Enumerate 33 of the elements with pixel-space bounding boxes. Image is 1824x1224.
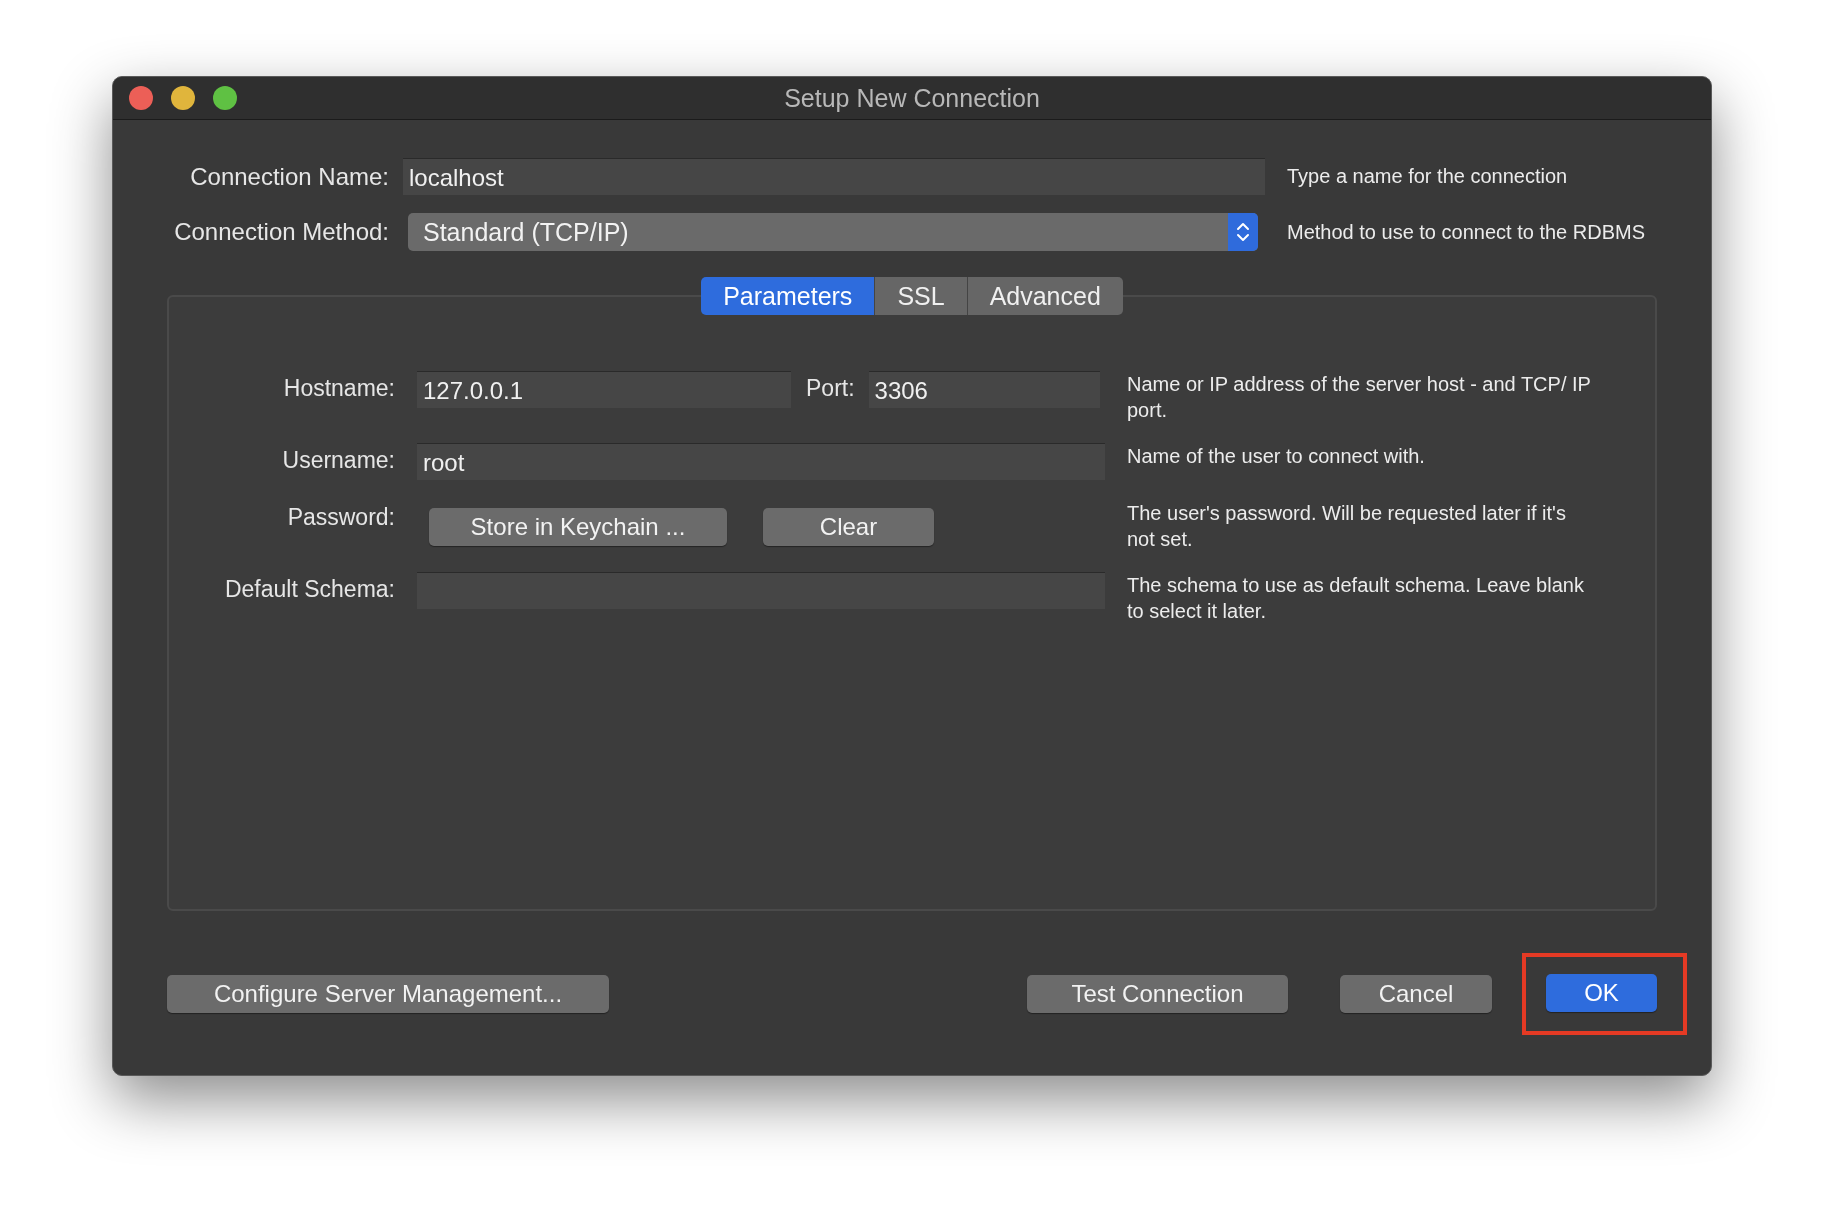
hint-text: The user's password. Will be requested later if it's not set. [1127, 501, 1567, 552]
cancel-button[interactable]: Cancel [1340, 975, 1492, 1013]
hint-text: Name or IP address of the server host - and TCP/ IP port. [1127, 372, 1592, 423]
hint-text: Name of the user to connect with. [1127, 444, 1426, 469]
tab[interactable]: SSL [874, 277, 967, 315]
window-control-button[interactable] [129, 86, 153, 110]
hostname-field[interactable]: 127.0.0.1 [417, 371, 791, 408]
window-control-button[interactable] [171, 86, 195, 110]
chevron-up-down-icon [1236, 221, 1250, 243]
ok-button[interactable]: OK [1546, 974, 1657, 1012]
tab[interactable]: Advanced [966, 277, 1123, 315]
connection-name-field[interactable]: localhost [403, 158, 1265, 195]
window-title: Setup New Connection [784, 83, 1040, 113]
hint-text: Method to use to connect to the RDBMS [1287, 220, 1646, 244]
field-label: Password: [286, 503, 395, 531]
field-label: Hostname: [282, 374, 395, 402]
password-button[interactable]: Clear [763, 508, 934, 546]
password-button[interactable]: Store in Keychain ... [429, 508, 727, 546]
connection-method-dropdown[interactable]: Standard (TCP/IP) [408, 213, 1258, 251]
field-label: Connection Method: [173, 218, 389, 246]
username-field[interactable]: root [417, 443, 1105, 480]
window-control-button[interactable] [213, 86, 237, 110]
field-label: Default Schema: [223, 575, 395, 603]
default-schema-field[interactable] [417, 572, 1105, 609]
field-label: Connection Name: [189, 162, 389, 191]
hint-text: The schema to use as default schema. Leave blank to select it later. [1127, 573, 1585, 624]
tab[interactable]: Parameters [701, 277, 875, 315]
test-connection-button[interactable]: Test Connection [1027, 975, 1288, 1013]
field-label: Username: [281, 446, 395, 474]
configure-server-button[interactable]: Configure Server Management... [167, 975, 609, 1013]
hint-text: Type a name for the connection [1287, 165, 1569, 188]
port-field[interactable]: 3306 [868, 371, 1100, 408]
field-label: Port: [806, 375, 855, 402]
